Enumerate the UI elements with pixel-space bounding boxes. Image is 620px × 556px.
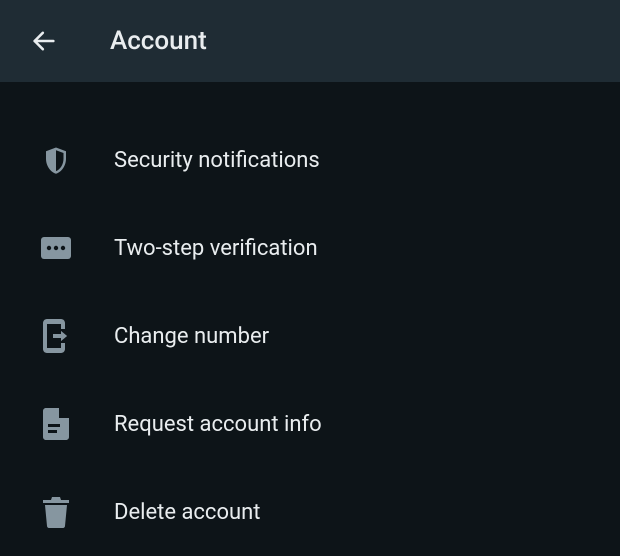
phone-arrow-icon (38, 318, 74, 354)
menu-list: Security notifications Two-step verifica… (0, 82, 620, 556)
menu-item-label: Change number (114, 324, 269, 349)
menu-item-security-notifications[interactable]: Security notifications (0, 116, 620, 204)
menu-item-delete-account[interactable]: Delete account (0, 468, 620, 556)
menu-item-label: Delete account (114, 500, 260, 525)
document-icon (38, 406, 74, 442)
menu-item-label: Request account info (114, 412, 322, 437)
trash-icon (38, 494, 74, 530)
header: Account (0, 0, 620, 82)
menu-item-change-number[interactable]: Change number (0, 292, 620, 380)
menu-item-two-step-verification[interactable]: Two-step verification (0, 204, 620, 292)
menu-item-label: Two-step verification (114, 236, 318, 261)
dots-box-icon (38, 230, 74, 266)
menu-item-label: Security notifications (114, 148, 320, 173)
menu-item-request-account-info[interactable]: Request account info (0, 380, 620, 468)
back-arrow-icon (30, 27, 58, 55)
back-button[interactable] (24, 21, 64, 61)
page-title: Account (110, 26, 207, 56)
shield-icon (38, 142, 74, 178)
